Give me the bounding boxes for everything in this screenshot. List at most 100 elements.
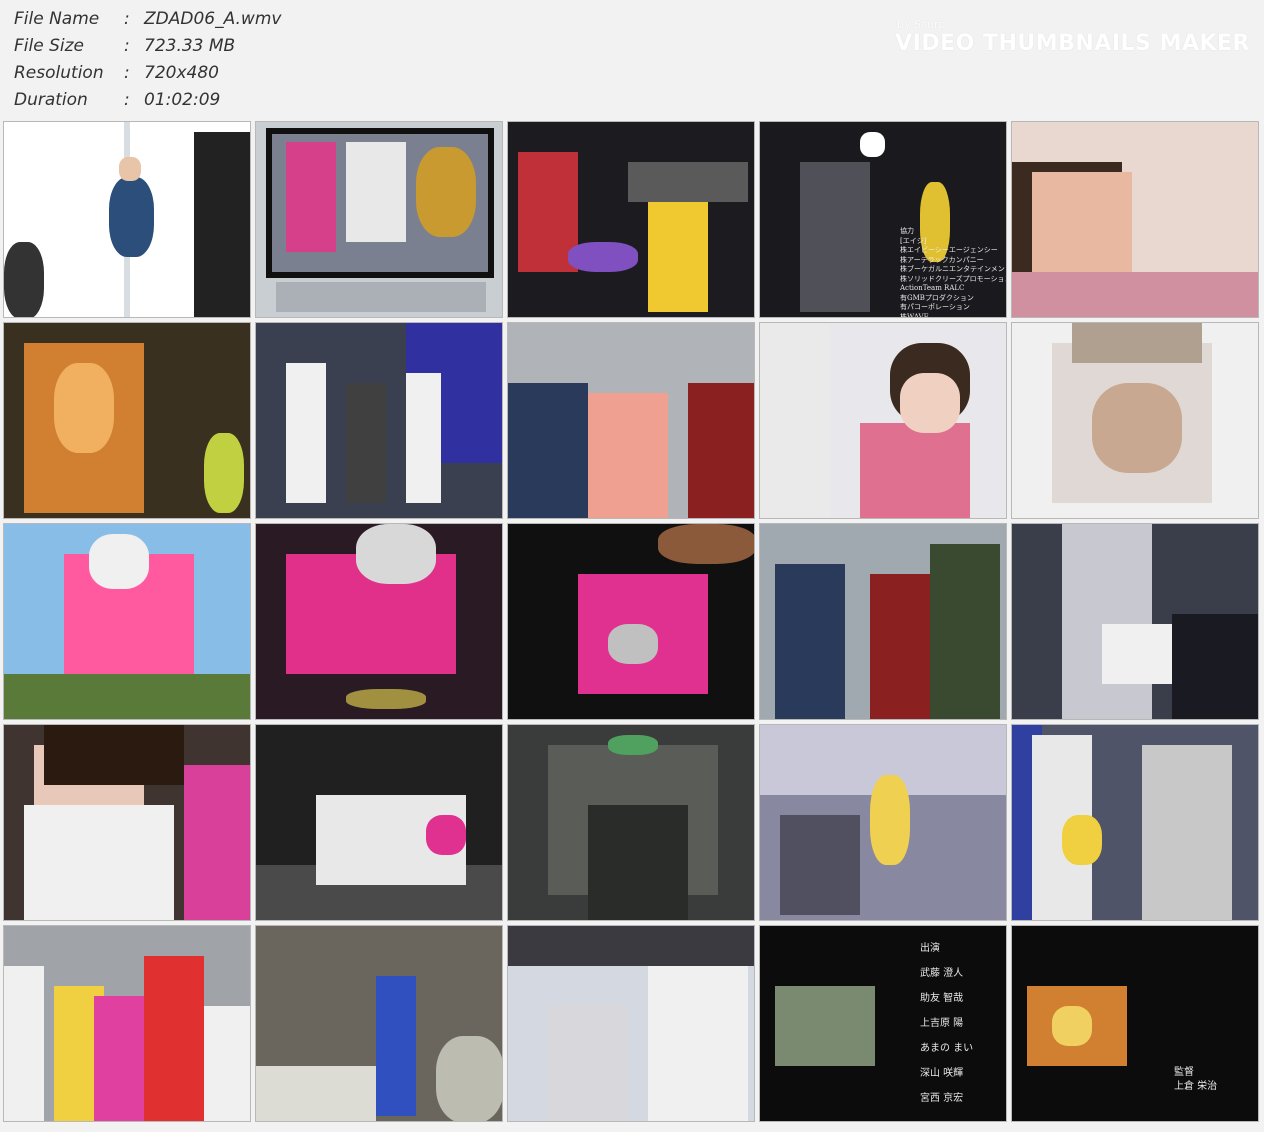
scene-shape xyxy=(376,976,416,1116)
scene-shape xyxy=(1072,323,1202,363)
video-thumbnail-r2-c4[interactable] xyxy=(759,322,1007,519)
video-thumbnail-r3-c1[interactable] xyxy=(3,523,251,720)
scene-shape xyxy=(256,1066,376,1121)
scene-shape xyxy=(94,996,144,1121)
scene-shape xyxy=(346,689,426,709)
frame-credits-director: 監督 上倉 栄治 xyxy=(1174,1066,1217,1094)
video-thumbnail-r1-c4[interactable]: 協力 [エイジ] 株エイビーシーエージェンシー 株アーテラックカンパニー 株ブーケガルニ… xyxy=(759,121,1007,318)
scene-shape xyxy=(688,383,754,518)
scene-shape xyxy=(286,142,336,252)
credit-line: 株ブーケガルニエンタテインメント xyxy=(900,265,1007,273)
video-thumbnail-r5-c1[interactable] xyxy=(3,925,251,1122)
video-thumbnail-r5-c5[interactable]: 監督 上倉 栄治 xyxy=(1011,925,1259,1122)
video-thumbnail-r4-c1[interactable] xyxy=(3,724,251,921)
scene-shape xyxy=(204,433,244,513)
scene-shape xyxy=(900,373,960,433)
video-thumbnail-r2-c5[interactable] xyxy=(1011,322,1259,519)
thumbnail-frame-image xyxy=(508,725,754,920)
credit-line: [エイジ] xyxy=(900,236,927,245)
info-separator: : xyxy=(124,36,130,56)
brand-watermark: by Scorp VIDEO THUMBNAILS MAKER xyxy=(895,18,1250,56)
scene-shape xyxy=(860,132,885,157)
scene-shape xyxy=(54,363,114,453)
scene-shape xyxy=(1062,524,1152,719)
video-thumbnail-r4-c3[interactable] xyxy=(507,724,755,921)
thumbnail-frame-image: 協力 [エイジ] 株エイビーシーエージェンシー 株アーテラックカンパニー 株ブーケガルニ… xyxy=(760,122,1006,317)
scene-shape xyxy=(648,966,748,1121)
video-thumbnail-r3-c5[interactable] xyxy=(1011,523,1259,720)
scene-shape xyxy=(1092,383,1182,473)
thumbnail-frame-image xyxy=(508,926,754,1121)
info-label: Resolution xyxy=(14,63,104,83)
scene-shape xyxy=(406,373,441,503)
thumbnail-frame-image xyxy=(4,926,250,1121)
scene-shape xyxy=(109,177,154,257)
thumbnail-frame-image xyxy=(508,524,754,719)
scene-shape xyxy=(548,1006,628,1121)
video-thumbnail-r3-c2[interactable] xyxy=(255,523,503,720)
video-thumbnail-r1-c2[interactable] xyxy=(255,121,503,318)
credit-line: 宮西 京宏 xyxy=(920,1093,964,1104)
thumbnail-frame-image xyxy=(508,323,754,518)
credit-line: 助友 智哉 xyxy=(920,993,964,1004)
video-thumbnail-r5-c2[interactable] xyxy=(255,925,503,1122)
credit-line: 株WAVE xyxy=(900,312,929,318)
scene-shape xyxy=(346,142,406,242)
thumbnail-frame-image xyxy=(760,725,1006,920)
scene-shape xyxy=(1032,172,1132,272)
scene-shape xyxy=(508,926,754,966)
video-thumbnail-r4-c5[interactable] xyxy=(1011,724,1259,921)
video-thumbnail-r5-c4[interactable]: 出演 武藤 澄人 助友 智哉 上吉原 陽あまの まい 深山 咲輝 宮西 京宏 xyxy=(759,925,1007,1122)
thumbnail-frame-image xyxy=(1012,122,1258,317)
credit-line: 協力 xyxy=(900,227,914,235)
video-thumbnail-r4-c4[interactable] xyxy=(759,724,1007,921)
scene-shape xyxy=(588,393,668,518)
video-thumbnail-r1-c3[interactable] xyxy=(507,121,755,318)
scene-shape xyxy=(24,805,174,920)
scene-shape xyxy=(416,147,476,237)
scene-shape xyxy=(89,534,149,589)
header: File Name : ZDAD06_A.wmv File Size : 723… xyxy=(0,0,1264,120)
scene-shape xyxy=(1052,1006,1092,1046)
video-thumbnail-r3-c4[interactable] xyxy=(759,523,1007,720)
video-thumbnail-r2-c3[interactable] xyxy=(507,322,755,519)
scene-shape xyxy=(608,624,658,664)
scene-shape xyxy=(870,775,910,865)
thumbnail-frame-image xyxy=(1012,725,1258,920)
video-thumbnail-r1-c1[interactable] xyxy=(3,121,251,318)
frame-credits-cast: 出演 武藤 澄人 助友 智哉 上吉原 陽あまの まい 深山 咲輝 宮西 京宏 xyxy=(920,936,973,1111)
video-thumbnail-r1-c5[interactable] xyxy=(1011,121,1259,318)
scene-shape xyxy=(346,383,386,503)
video-thumbnail-r2-c2[interactable] xyxy=(255,322,503,519)
credit-line: 上倉 栄治 xyxy=(1174,1081,1218,1092)
video-thumbnail-r3-c3[interactable] xyxy=(507,523,755,720)
credit-line: ActionTeam RALC xyxy=(900,284,965,292)
scene-shape xyxy=(1062,815,1102,865)
credit-line: 有パコーポレーション xyxy=(900,303,970,311)
info-separator: : xyxy=(124,63,130,83)
scene-shape xyxy=(930,544,1000,719)
frame-credits-companies: 協力 [エイジ] 株エイビーシーエージェンシー 株アーテラックカンパニー 株ブーケガルニ… xyxy=(900,227,1007,318)
scene-shape xyxy=(775,986,875,1066)
scene-shape xyxy=(436,1036,502,1121)
credit-line: 株エイビーシーエージェンシー xyxy=(900,246,998,254)
scene-shape xyxy=(658,524,754,564)
credit-line: 深山 咲輝 xyxy=(920,1068,964,1079)
scene-shape xyxy=(286,363,326,503)
video-thumbnail-r2-c1[interactable] xyxy=(3,322,251,519)
scene-shape xyxy=(426,815,466,855)
scene-shape xyxy=(184,765,250,920)
video-thumbnail-r4-c2[interactable] xyxy=(255,724,503,921)
scene-shape xyxy=(1012,272,1258,317)
scene-shape xyxy=(760,323,830,518)
thumbnail-frame-image xyxy=(4,524,250,719)
thumbnail-frame-image: 出演 武藤 澄人 助友 智哉 上吉原 陽あまの まい 深山 咲輝 宮西 京宏 xyxy=(760,926,1006,1121)
brand-by-line: by Scorp xyxy=(897,18,946,31)
thumbnail-frame-image xyxy=(1012,323,1258,518)
video-thumbnail-r5-c3[interactable] xyxy=(507,925,755,1122)
scene-shape xyxy=(508,383,588,518)
scene-shape xyxy=(119,157,141,181)
thumbnail-frame-image xyxy=(256,524,502,719)
thumbnail-frame-image xyxy=(256,122,502,317)
credit-line: 出演 xyxy=(920,943,940,954)
